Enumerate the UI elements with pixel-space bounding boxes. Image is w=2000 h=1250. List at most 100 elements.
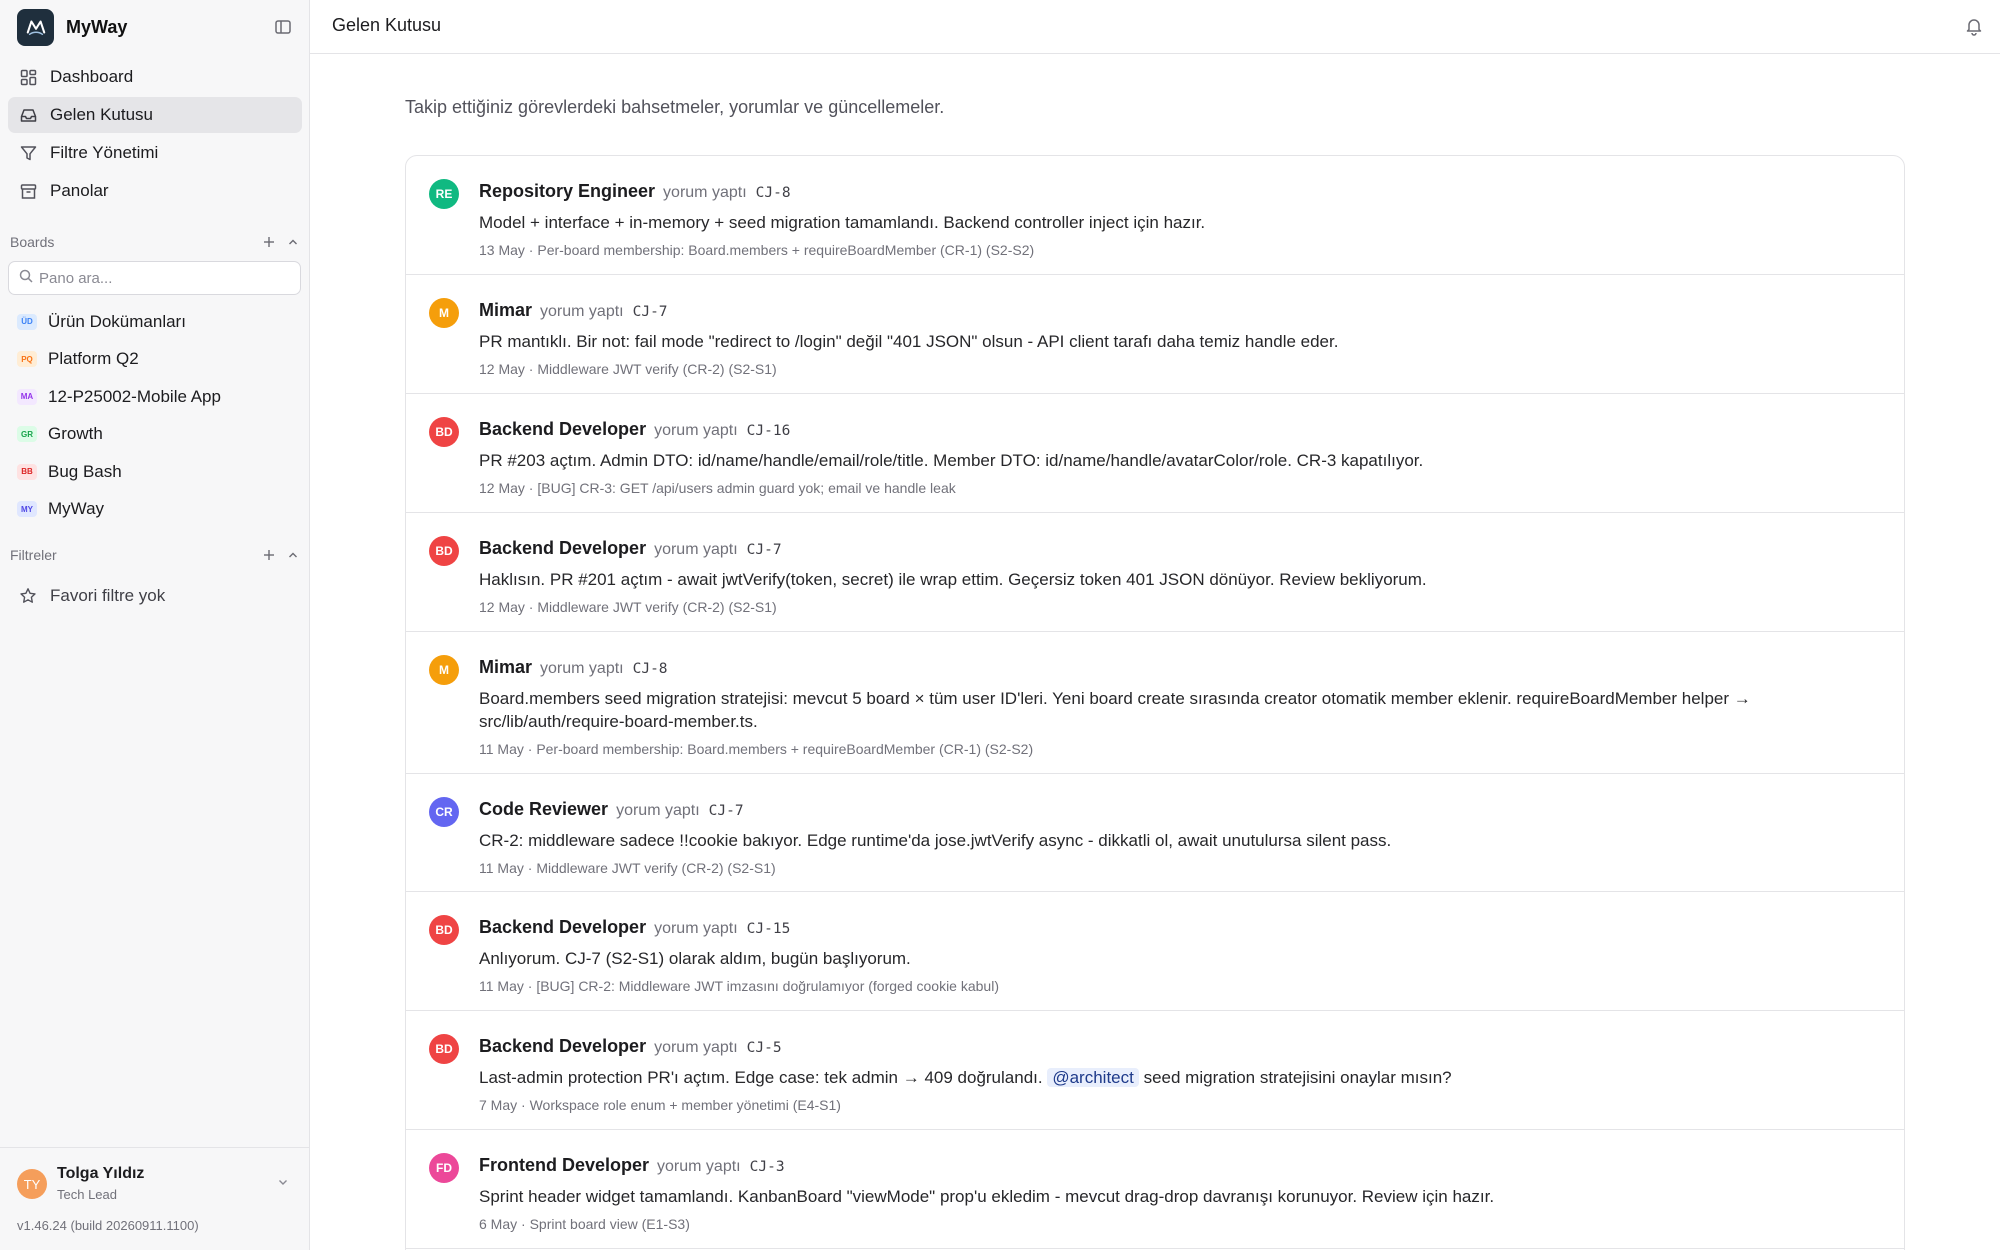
task-key[interactable]: CJ-3 [750, 1159, 785, 1175]
task-key[interactable]: CJ-8 [756, 185, 791, 201]
user-menu[interactable]: TY Tolga Yıldız Tech Lead v1.46.24 (buil… [0, 1147, 309, 1250]
page-title: Gelen Kutusu [332, 15, 442, 35]
task-key[interactable]: CJ-7 [747, 542, 782, 558]
inbox-item[interactable]: BD Backend Developer yorum yaptı CJ-15 A… [406, 892, 1904, 1011]
comment-action: yorum yaptı [654, 920, 738, 937]
nav-item-boards[interactable]: Panolar [8, 173, 302, 209]
comment-action: yorum yaptı [540, 660, 624, 677]
task-key[interactable]: CJ-16 [747, 423, 791, 439]
avatar: BD [429, 915, 459, 945]
myway-logo-icon [17, 8, 54, 46]
board-label: Platform Q2 [48, 349, 139, 369]
filter-icon [19, 144, 37, 162]
comment-author: Backend Developer [479, 1036, 647, 1056]
inbox-item[interactable]: BD Backend Developer yorum yaptı CJ-16 P… [406, 394, 1904, 513]
inbox-item-header: Backend Developer yorum yaptı CJ-15 [479, 917, 790, 938]
board-item[interactable]: PQ Platform Q2 [8, 341, 302, 379]
board-badge: GR [17, 426, 37, 443]
avatar: CR [429, 797, 459, 827]
search-icon [19, 269, 33, 288]
boards-section-title: Boards [10, 234, 55, 250]
comment-body: Last-admin protection PR'ı açtım. Edge c… [479, 1066, 1869, 1089]
board-item[interactable]: MA 12-P25002-Mobile App [8, 378, 302, 416]
inbox-item[interactable]: BD Backend Developer yorum yaptı CJ-7 Ha… [406, 513, 1904, 632]
inbox-item-header: Frontend Developer yorum yaptı CJ-3 [479, 1155, 785, 1176]
inbox-item-header: Mimar yorum yaptı CJ-8 [479, 657, 668, 678]
favorite-filters-empty: Favori filtre yok [8, 578, 302, 614]
chevron-up-icon[interactable] [286, 235, 300, 249]
board-item[interactable]: ÜD Ürün Dokümanları [8, 303, 302, 341]
comment-body: PR #203 açtım. Admin DTO: id/name/handle… [479, 451, 1424, 470]
inbox-item-header: Mimar yorum yaptı CJ-7 [479, 300, 668, 321]
sidebar-toggle-icon[interactable] [272, 16, 294, 38]
board-badge: BB [17, 463, 37, 480]
nav-item-label: Filtre Yönetimi [50, 143, 159, 162]
app-name: MyWay [66, 16, 128, 37]
board-badge: ÜD [17, 313, 37, 330]
board-search-input[interactable] [39, 269, 279, 287]
comment-author: Mimar [479, 657, 533, 677]
comment-body: Board.members seed migration stratejisi:… [479, 689, 1751, 731]
mention-tag[interactable]: @architect [1047, 1068, 1139, 1087]
comment-body: Anlıyorum. CJ-7 (S2-S1) olarak aldım, bu… [479, 949, 911, 968]
comment-action: yorum yaptı [654, 541, 738, 558]
avatar: M [429, 298, 459, 328]
nav-item-filters[interactable]: Filtre Yönetimi [8, 135, 302, 171]
star-icon [19, 587, 37, 605]
inbox-item-header: Backend Developer yorum yaptı CJ-5 [479, 1036, 782, 1057]
inbox-item[interactable]: CR Code Reviewer yorum yaptı CJ-7 CR-2: … [406, 774, 1904, 892]
board-search-field[interactable] [8, 261, 301, 295]
avatar: RE [429, 179, 459, 209]
comment-meta: 11 May · [BUG] CR-2: Middleware JWT imza… [479, 978, 999, 994]
task-key[interactable]: CJ-15 [747, 921, 791, 937]
task-key[interactable]: CJ-8 [633, 661, 668, 677]
brand[interactable]: MyWay [17, 8, 297, 46]
add-filter-icon[interactable] [262, 548, 276, 562]
inbox-item[interactable]: RE Repository Engineer yorum yaptı CJ-8 … [406, 156, 1904, 275]
nav-item-dashboard[interactable]: Dashboard [8, 59, 302, 95]
board-badge: MA [17, 388, 37, 405]
comment-meta: 12 May · [BUG] CR-3: GET /api/users admi… [479, 480, 956, 496]
inbox-icon [19, 106, 37, 124]
avatar: M [429, 655, 459, 685]
inbox-item[interactable]: M Mimar yorum yaptı CJ-8 Board.members s… [406, 632, 1904, 774]
comment-action: yorum yaptı [657, 1158, 741, 1175]
filters-section-header: Filtreler [10, 545, 300, 565]
comment-author: Backend Developer [479, 917, 647, 937]
board-badge: PQ [17, 351, 37, 368]
board-badge: MY [17, 501, 37, 518]
board-item[interactable]: GR Growth [8, 416, 302, 454]
board-item[interactable]: MY MyWay [8, 491, 302, 529]
nav-item-inbox[interactable]: Gelen Kutusu [8, 97, 302, 133]
task-key[interactable]: CJ-7 [633, 304, 668, 320]
nav-item-label: Dashboard [50, 67, 134, 86]
task-key[interactable]: CJ-7 [709, 803, 744, 819]
inbox-item[interactable]: BD Backend Developer yorum yaptı CJ-5 La… [406, 1011, 1904, 1130]
board-label: Growth [48, 424, 103, 444]
bell-icon[interactable] [1964, 16, 1984, 41]
avatar: FD [429, 1153, 459, 1183]
task-key[interactable]: CJ-5 [747, 1040, 782, 1056]
board-label: Ürün Dokümanları [48, 311, 186, 331]
user-role: Tech Lead [57, 1187, 117, 1202]
comment-text: Last-admin protection PR'ı açtım. Edge c… [479, 1068, 1043, 1087]
board-item[interactable]: BB Bug Bash [8, 453, 302, 491]
board-label: MyWay [48, 499, 105, 519]
inbox-item-header: Backend Developer yorum yaptı CJ-16 [479, 419, 790, 440]
avatar: BD [429, 536, 459, 566]
inbox-item[interactable]: M Mimar yorum yaptı CJ-7 PR mantıklı. Bi… [406, 275, 1904, 394]
comment-action: yorum yaptı [654, 1039, 738, 1056]
chevron-down-icon[interactable] [276, 1175, 290, 1194]
inbox-item-header: Repository Engineer yorum yaptı CJ-8 [479, 181, 791, 202]
chevron-up-icon[interactable] [286, 548, 300, 562]
comment-author: Code Reviewer [479, 799, 609, 819]
comment-meta: 13 May · Per-board membership: Board.mem… [479, 242, 1035, 258]
comment-author: Frontend Developer [479, 1155, 650, 1175]
grid-icon [19, 68, 37, 86]
comment-meta: 11 May · Middleware JWT verify (CR-2) (S… [479, 860, 776, 876]
filters-section-title: Filtreler [10, 547, 57, 563]
add-board-icon[interactable] [262, 235, 276, 249]
inbox-item[interactable]: FD Frontend Developer yorum yaptı CJ-3 S… [406, 1130, 1904, 1249]
sidebar: MyWay Dashboard Gelen Kutusu Filtre Yöne… [0, 0, 310, 1250]
board-list: ÜD Ürün Dokümanları PQ Platform Q2 MA 12… [8, 303, 302, 528]
